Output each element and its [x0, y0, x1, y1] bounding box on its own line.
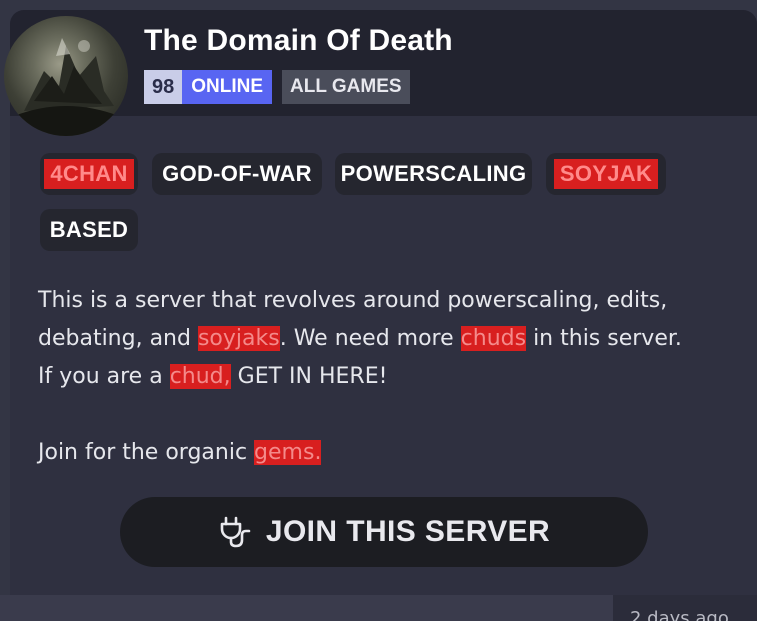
tag-label: BASED — [49, 217, 129, 242]
tag-label: 4CHAN — [44, 159, 134, 189]
redacted-word: chud, — [169, 364, 231, 389]
category-badge[interactable]: ALL GAMES — [282, 70, 410, 104]
description-line-2: debating, and soyjaks. We need more chud… — [38, 326, 682, 351]
online-count: 98 — [144, 70, 183, 104]
server-description: This is a server that revolves around po… — [38, 282, 738, 396]
tag-4chan[interactable]: 4CHAN — [40, 153, 138, 195]
join-server-button[interactable]: JOIN THIS SERVER — [120, 497, 648, 567]
online-label: ONLINE — [182, 70, 273, 104]
tag-based[interactable]: BASED — [40, 209, 138, 251]
timestamp: 2 days ago — [630, 608, 729, 621]
server-title[interactable]: The Domain Of Death — [144, 24, 453, 58]
tag-label: GOD-OF-WAR — [162, 161, 312, 186]
redacted-word: soyjaks — [197, 326, 280, 351]
redacted-word: gems. — [254, 440, 322, 465]
footer-bar — [0, 595, 613, 621]
server-card: The Domain Of Death 98 ONLINE ALL GAMES … — [4, 10, 757, 595]
server-avatar-image — [14, 38, 119, 136]
tag-powerscaling[interactable]: POWERSCALING — [335, 153, 532, 195]
tag-label: POWERSCALING — [340, 161, 527, 186]
description-line-1: This is a server that revolves around po… — [38, 288, 668, 313]
description-line-3: If you are a chud, GET IN HERE! — [38, 364, 388, 389]
description-join-line: Join for the organic gems. — [38, 440, 322, 465]
tag-soyjak[interactable]: SOYJAK — [546, 153, 666, 195]
plug-icon — [220, 516, 251, 548]
tag-label: SOYJAK — [553, 159, 659, 189]
join-button-label: JOIN THIS SERVER — [265, 515, 551, 548]
server-avatar[interactable] — [4, 16, 128, 136]
tag-god-of-war[interactable]: GOD-OF-WAR — [152, 153, 322, 195]
redacted-word: chuds — [460, 326, 527, 351]
online-badge: 98 ONLINE — [144, 70, 273, 104]
